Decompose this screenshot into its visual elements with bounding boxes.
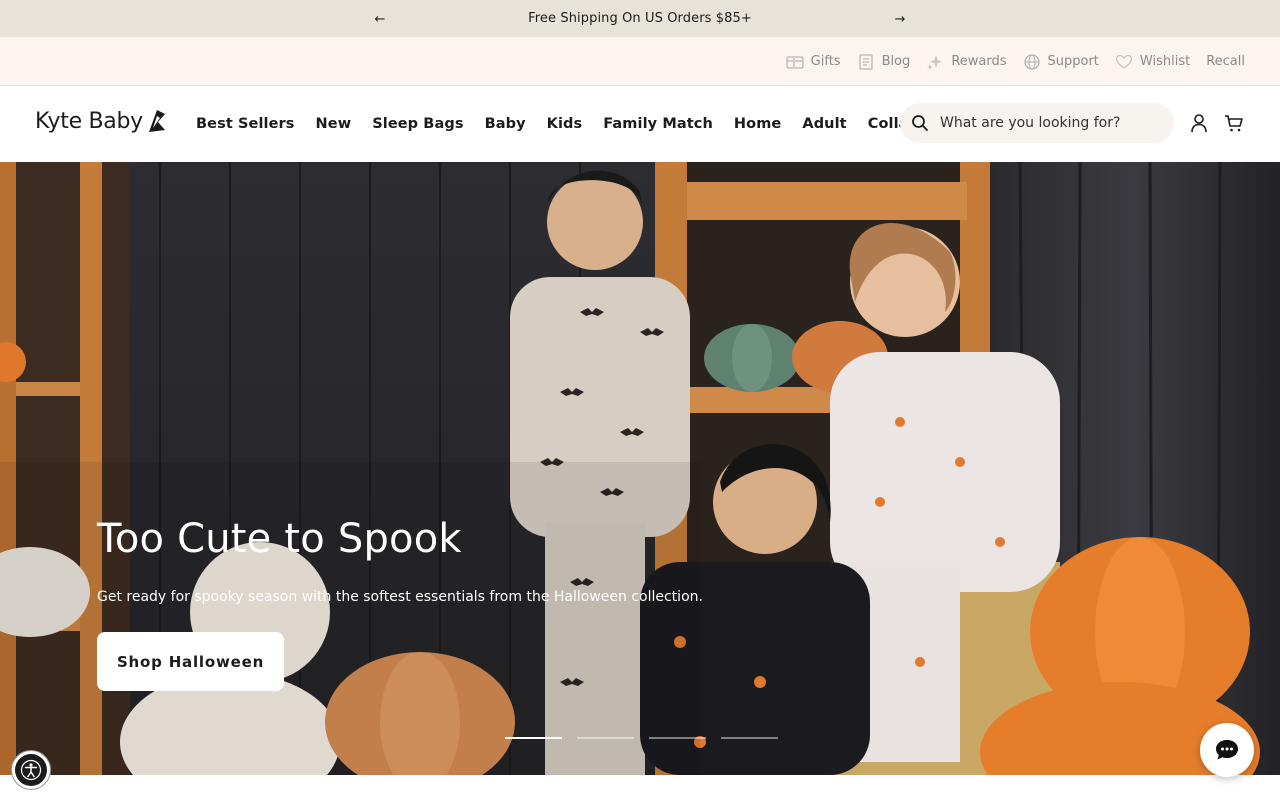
nav-family-match[interactable]: Family Match (603, 116, 713, 132)
arrow-right-icon[interactable]: → (890, 9, 910, 29)
search-icon[interactable] (910, 113, 930, 133)
utility-link-gifts[interactable]: Gifts (786, 53, 841, 71)
heart-icon (1115, 54, 1133, 69)
nav-home[interactable]: Home (734, 116, 781, 132)
logo[interactable]: Kyte Baby (35, 108, 167, 134)
nav-sleep-bags[interactable]: Sleep Bags (372, 116, 463, 132)
sparkle-icon (927, 54, 943, 70)
main-nav: Best Sellers New Sleep Bags Baby Kids Fa… (196, 86, 928, 162)
gift-card-icon (786, 55, 804, 69)
utility-link-support[interactable]: Support (1023, 53, 1099, 71)
accessibility-button[interactable] (11, 750, 51, 790)
shop-halloween-button[interactable]: Shop Halloween (97, 632, 284, 691)
blog-icon (858, 53, 873, 70)
announcement-text: Free Shipping On US Orders $85+ (528, 11, 752, 26)
carousel-dot[interactable] (505, 737, 562, 739)
hero-subtitle: Get ready for spooky season with the sof… (97, 589, 703, 605)
nav-new[interactable]: New (316, 116, 352, 132)
cart-icon[interactable] (1223, 112, 1245, 134)
carousel-dot[interactable] (577, 737, 634, 739)
account-icon[interactable] (1188, 112, 1210, 134)
utility-link-rewards[interactable]: Rewards (926, 53, 1007, 71)
announcement-bar: ← Free Shipping On US Orders $85+ → (0, 0, 1280, 37)
nav-best-sellers[interactable]: Best Sellers (196, 116, 295, 132)
nav-adult[interactable]: Adult (802, 116, 846, 132)
carousel-dot[interactable] (649, 737, 706, 739)
chat-bubble-icon (1216, 740, 1238, 760)
arrow-left-icon[interactable]: ← (370, 9, 390, 29)
carousel-dot[interactable] (721, 737, 778, 739)
search-input[interactable] (940, 115, 1160, 131)
hero-banner: Too Cute to Spook Get ready for spooky s… (0, 162, 1280, 775)
logo-mark-icon (148, 110, 165, 132)
hero-title: Too Cute to Spook (97, 516, 462, 562)
utility-link-wishlist[interactable]: Wishlist (1115, 53, 1190, 71)
chat-button[interactable] (1200, 723, 1254, 777)
utility-bar: Gifts Blog Rewards Support Wishlist Reca… (0, 37, 1280, 86)
search-bar[interactable] (900, 103, 1174, 143)
nav-baby[interactable]: Baby (485, 116, 526, 132)
carousel-indicators (505, 737, 778, 739)
nav-kids[interactable]: Kids (547, 116, 583, 132)
site-header: Kyte Baby Best Sellers New Sleep Bags Ba… (0, 86, 1280, 162)
utility-link-recall[interactable]: Recall (1206, 54, 1245, 69)
utility-link-blog[interactable]: Blog (857, 53, 910, 71)
logo-text: Kyte Baby (35, 108, 143, 134)
globe-icon (1023, 53, 1040, 70)
accessibility-icon (20, 759, 42, 781)
